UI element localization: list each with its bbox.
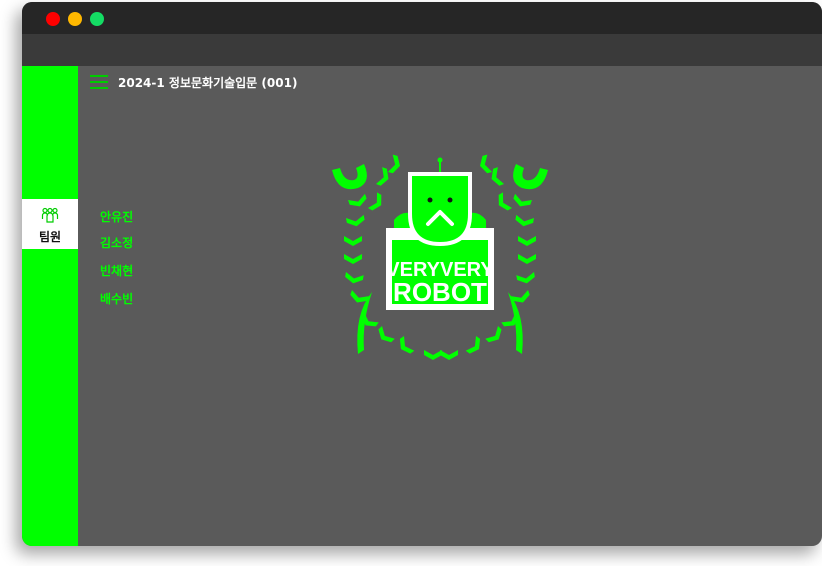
sidebar-item-team[interactable]: 팀원 (22, 199, 78, 249)
hamburger-menu-icon[interactable] (90, 74, 110, 90)
page-title: 2024-1 정보문화기술입문 (001) (118, 76, 298, 90)
sidebar: 팀원 (22, 66, 78, 546)
logo-text-line2: ROBOT (393, 277, 487, 307)
veryvery-robot-logo: VERYVERY ROBOT (332, 154, 548, 360)
team-icon (41, 207, 59, 223)
app-window: 팀원 2024-1 정보문화기술입문 (001) 안유진 김소정 빈채현 배수빈 (22, 2, 822, 546)
main-content: 2024-1 정보문화기술입문 (001) 안유진 김소정 빈채현 배수빈 VE… (78, 66, 822, 546)
member-item[interactable]: 빈채현 (100, 262, 133, 279)
member-item[interactable]: 김소정 (100, 234, 133, 251)
close-window-button[interactable] (46, 12, 60, 26)
maximize-window-button[interactable] (90, 12, 104, 26)
member-item[interactable]: 배수빈 (100, 290, 133, 307)
sidebar-item-label: 팀원 (38, 230, 62, 244)
member-item[interactable]: 안유진 (100, 208, 133, 225)
title-bar (22, 2, 822, 34)
browser-toolbar (22, 34, 822, 66)
minimize-window-button[interactable] (68, 12, 82, 26)
